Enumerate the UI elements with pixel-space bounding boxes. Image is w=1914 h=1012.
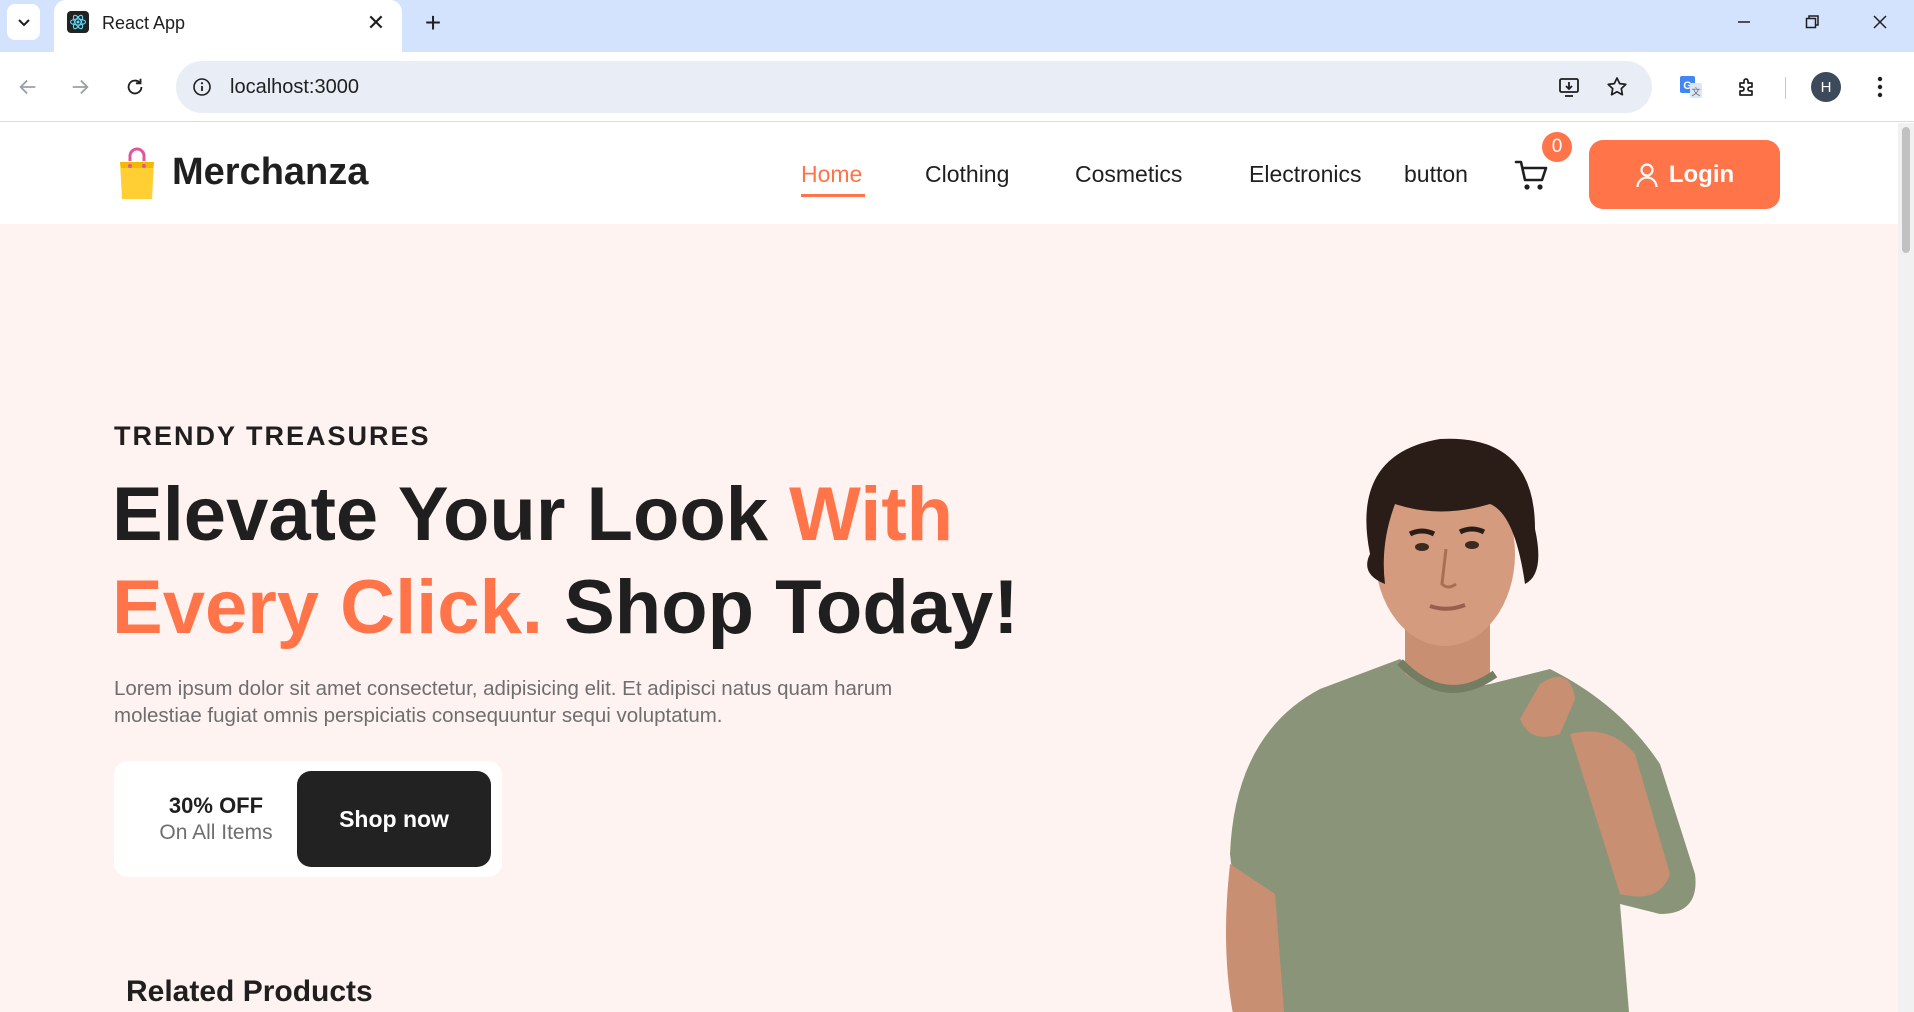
headline-part1: Elevate Your Look: [112, 472, 790, 557]
google-translate-icon[interactable]: G文: [1671, 67, 1711, 107]
more-menu-icon[interactable]: [1860, 67, 1900, 107]
login-button[interactable]: Login: [1589, 140, 1780, 209]
hero-description: Lorem ipsum dolor sit amet consectetur, …: [114, 677, 893, 727]
close-window-button[interactable]: [1846, 0, 1914, 44]
hero-headline: Elevate Your Look With Every Click. Shop…: [112, 468, 1052, 654]
hero-eyebrow: TRENDY TREASURES: [114, 421, 431, 451]
extensions-puzzle-icon[interactable]: [1727, 67, 1767, 107]
cart-count-badge: 0: [1542, 132, 1572, 162]
headline-part2: Shop Today!: [542, 565, 1019, 650]
reload-button[interactable]: [115, 67, 155, 107]
hero-section: TRENDY TREASURES Elevate Your Look With …: [0, 224, 1898, 1012]
browser-tabstrip: React App ✕ +: [0, 0, 1914, 52]
address-bar[interactable]: localhost:3000: [176, 61, 1652, 113]
nav-electronics[interactable]: Electronics: [1249, 161, 1361, 188]
browser-toolbar: localhost:3000 G文 H: [0, 52, 1914, 122]
close-icon: [1873, 15, 1887, 29]
related-products-heading: Related Products: [126, 975, 373, 1008]
toolbar-divider: [1785, 77, 1786, 99]
cart-icon[interactable]: [1514, 157, 1550, 193]
page-viewport: Merchanza Home Clothing Cosmetics Electr…: [0, 123, 1898, 1012]
react-logo-icon: [67, 11, 89, 33]
arrow-right-icon: [72, 79, 89, 95]
tab-close-icon[interactable]: ✕: [362, 9, 390, 37]
svg-text:文: 文: [1691, 86, 1700, 98]
tab-search-button[interactable]: [7, 4, 40, 40]
site-info-icon[interactable]: [186, 71, 218, 103]
back-button[interactable]: [8, 67, 48, 107]
arrow-left-icon: [19, 79, 36, 95]
promo-subtitle: On All Items: [159, 821, 273, 844]
forward-button[interactable]: [60, 67, 100, 107]
restore-button[interactable]: [1778, 0, 1846, 44]
new-tab-button[interactable]: +: [416, 6, 450, 40]
login-label: Login: [1668, 160, 1735, 188]
profile-avatar[interactable]: H: [1811, 72, 1841, 102]
nav-home[interactable]: Home: [801, 161, 862, 188]
nav-button[interactable]: button: [1404, 161, 1468, 188]
url-text[interactable]: localhost:3000: [230, 76, 359, 99]
bookmark-star-icon[interactable]: [1601, 71, 1633, 103]
nav-clothing[interactable]: Clothing: [925, 161, 1009, 188]
shopping-bag-logo-icon: [120, 147, 154, 199]
nav-cosmetics[interactable]: Cosmetics: [1075, 161, 1182, 188]
nav-active-underline: [801, 194, 865, 197]
chevron-down-icon: [17, 19, 30, 27]
reload-icon: [127, 78, 143, 95]
minimize-icon: [1738, 21, 1750, 23]
brand-name[interactable]: Merchanza: [172, 151, 368, 194]
scrollbar-thumb[interactable]: [1902, 127, 1910, 253]
install-app-icon[interactable]: [1553, 71, 1585, 103]
promo-title: 30% OFF: [168, 793, 264, 818]
browser-tab[interactable]: React App ✕: [54, 0, 402, 52]
site-header: Merchanza Home Clothing Cosmetics Electr…: [0, 123, 1898, 224]
page-scrollbar[interactable]: [1898, 123, 1914, 1012]
restore-icon: [1805, 15, 1819, 29]
promo-card: 30% OFF On All Items Shop now: [114, 761, 502, 877]
minimize-button[interactable]: [1710, 0, 1778, 44]
tab-title: React App: [102, 13, 186, 33]
hero-model-image: [1226, 438, 1696, 1012]
shop-now-button[interactable]: Shop now: [297, 771, 491, 867]
user-icon: [1636, 162, 1658, 187]
